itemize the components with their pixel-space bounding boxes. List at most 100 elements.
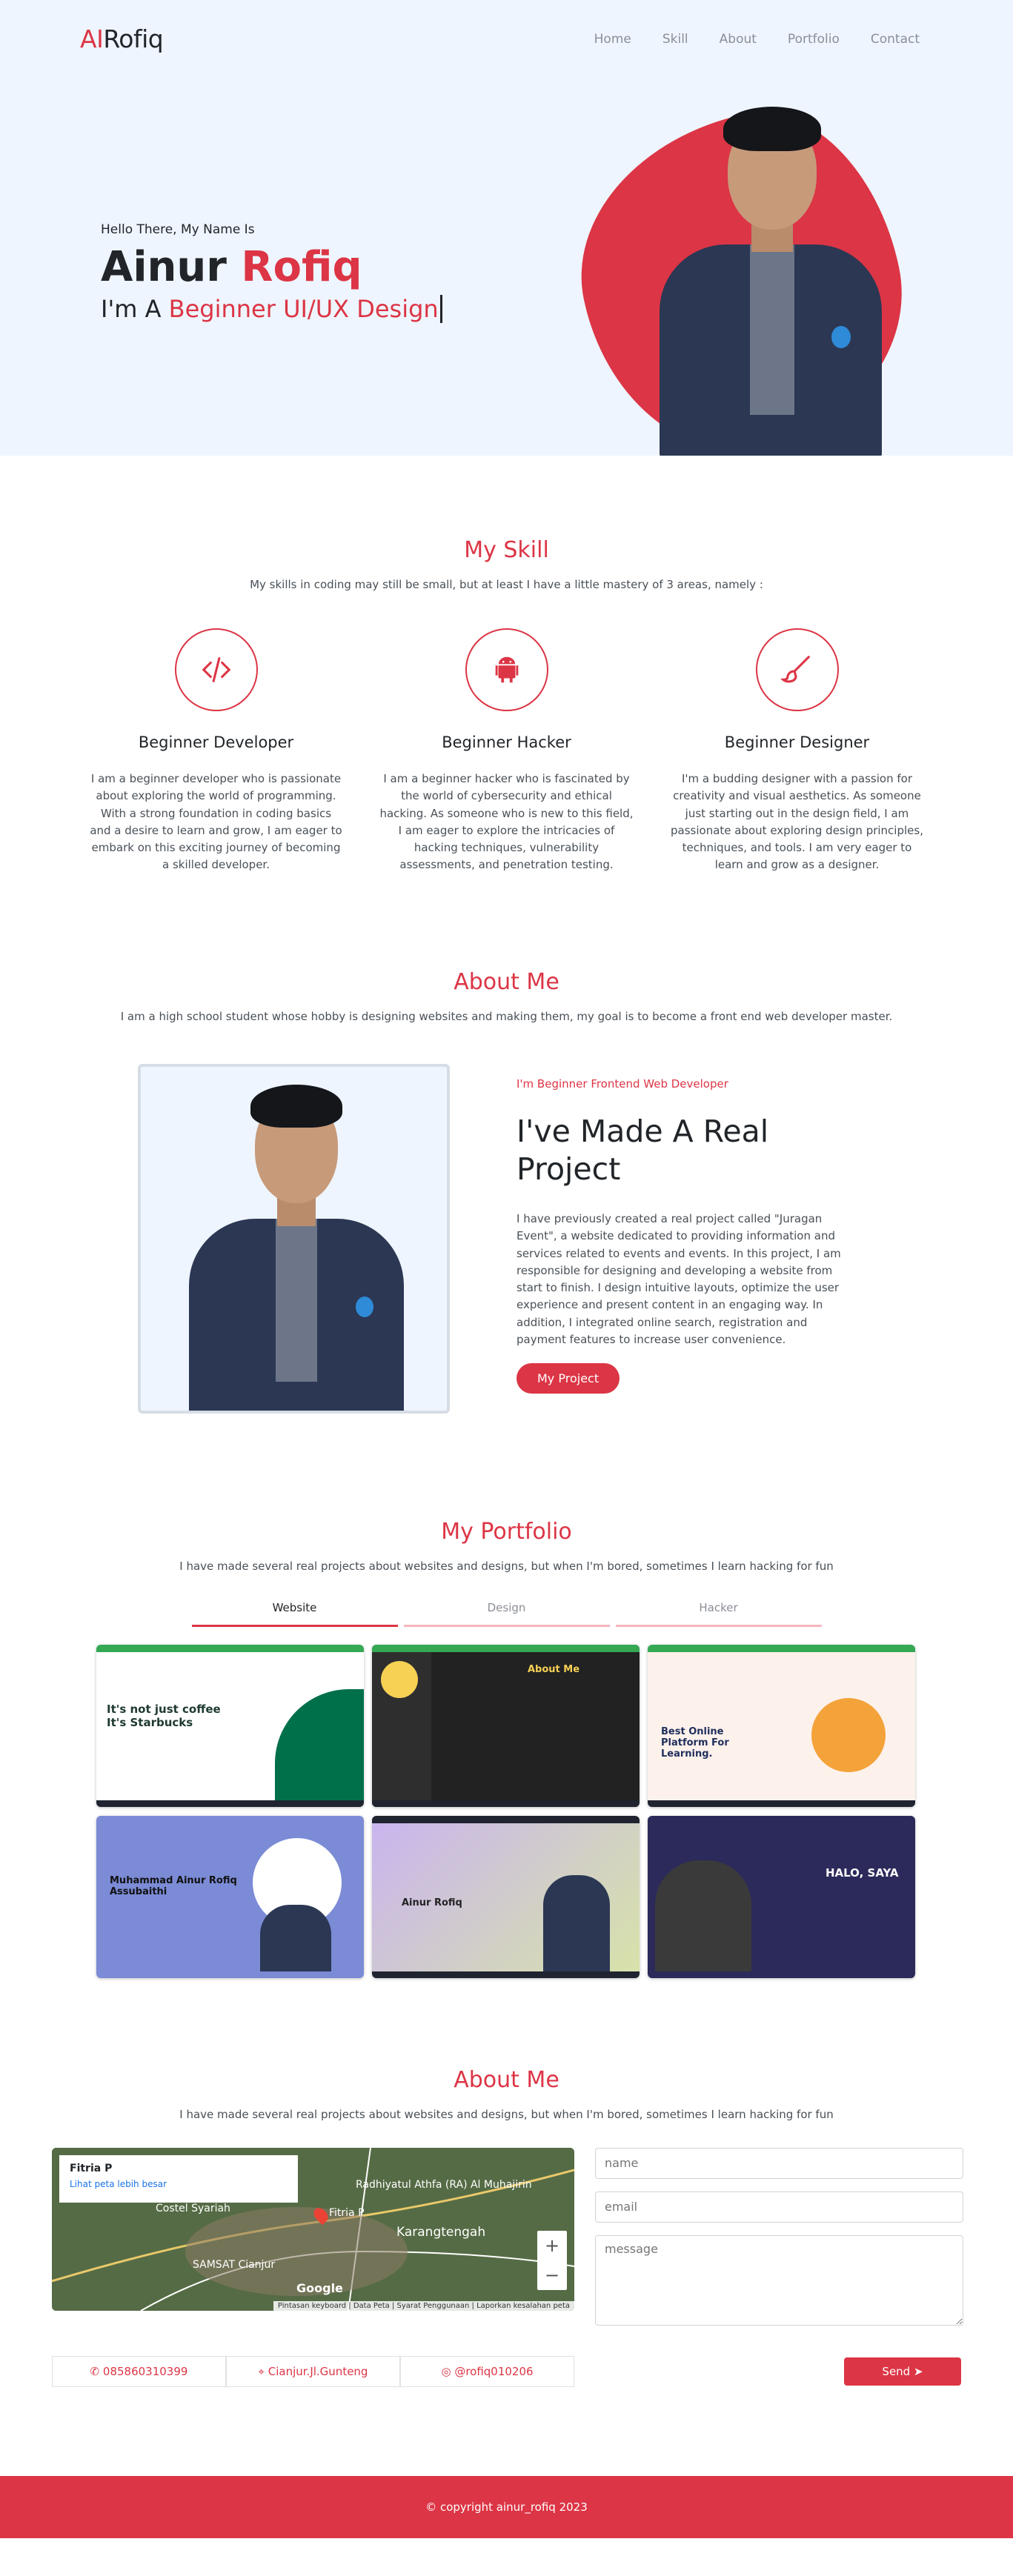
- tab-hacker[interactable]: Hacker: [615, 1601, 822, 1627]
- contact-section: About Me I have made several real projec…: [0, 1978, 1013, 2387]
- portfolio-card[interactable]: Muhammad Ainur Rofiq Assubaithi: [96, 1815, 364, 1978]
- skills-title: My Skill: [464, 537, 549, 563]
- skill-text: I am a beginner hacker who is fascinated…: [379, 772, 634, 872]
- portrait-shirt: [750, 244, 794, 415]
- about-photo: [138, 1063, 450, 1414]
- brand-accent: AI: [80, 24, 104, 53]
- name-input[interactable]: [595, 2147, 963, 2179]
- map-place-name: Fitria P: [70, 2162, 113, 2174]
- instagram-link[interactable]: ◎ @rofiq010206: [400, 2355, 574, 2387]
- nav-link-about[interactable]: About: [720, 32, 757, 47]
- my-project-button[interactable]: My Project: [517, 1363, 620, 1394]
- about-body: I have previously created a real project…: [517, 1212, 841, 1346]
- about-heading: I've Made A Real Project: [517, 1113, 769, 1187]
- hero-text: Hello There, My Name Is Ainur Rofiq I'm …: [101, 222, 442, 323]
- zoom-out-icon[interactable]: −: [545, 2265, 559, 2286]
- taskbar: [372, 1971, 640, 1978]
- contact-form: [595, 2147, 963, 2341]
- portfolio-card[interactable]: Ainur Rofiq: [372, 1815, 640, 1978]
- card-label: HALO, SAYA: [826, 1866, 899, 1880]
- code-icon: [174, 628, 258, 711]
- tab-website[interactable]: Website: [191, 1601, 398, 1627]
- card-figure: [260, 1904, 331, 1971]
- hero-role: I'm A Beginner UI/UX Design: [101, 294, 442, 323]
- map-footer[interactable]: Pintasan keyboard | Data Peta | Syarat P…: [273, 2300, 574, 2311]
- portfolio-card[interactable]: Best Online Platform For Learning.: [648, 1644, 915, 1807]
- phone-link[interactable]: ✆ 085860310399: [52, 2355, 226, 2387]
- portrait-badge: [831, 326, 851, 348]
- portfolio-title: My Portfolio: [441, 1518, 572, 1545]
- taskbar: [648, 1800, 915, 1807]
- skill-card-designer: Beginner Designer I'm a budding designer…: [670, 628, 924, 874]
- brand-rest: Rofiq: [103, 24, 164, 53]
- nav-link-contact[interactable]: Contact: [871, 32, 920, 47]
- contact-row: Fitria P Lihat peta lebih besar Radhiyat…: [0, 2147, 1013, 2341]
- map-label: Radhiyatul Athfa (RA) Al Muhajirin: [356, 2178, 532, 2191]
- phone-text: 085860310399: [102, 2364, 188, 2378]
- map-info-card: Fitria P Lihat peta lebih besar: [59, 2154, 298, 2203]
- portfolio-card[interactable]: It's not just coffee It's Starbucks: [96, 1644, 364, 1807]
- send-label: Send: [882, 2364, 911, 2378]
- hero-role-typed: Beginner UI/UX Design: [168, 294, 442, 323]
- card-figure: [655, 1860, 751, 1971]
- hero-name: Ainur Rofiq: [101, 244, 442, 290]
- brush-icon: [755, 628, 839, 711]
- portrait-shirt: [276, 1218, 317, 1382]
- about-row: I'm Beginner Frontend Web Developer I've…: [0, 1063, 1013, 1414]
- brand-logo[interactable]: AIRofiq: [80, 24, 164, 53]
- message-textarea[interactable]: [595, 2234, 963, 2326]
- zoom-in-icon[interactable]: +: [545, 2235, 559, 2256]
- embedded-map[interactable]: Fitria P Lihat peta lebih besar Radhiyat…: [52, 2147, 574, 2311]
- map-zoom-control[interactable]: + −: [537, 2230, 567, 2290]
- email-input[interactable]: [595, 2191, 963, 2223]
- skill-card-hacker: Beginner Hacker I am a beginner hacker w…: [379, 628, 634, 874]
- portfolio-grid: It's not just coffee It's Starbucks Abou…: [0, 1644, 1013, 1978]
- hero-role-prefix: I'm A: [101, 294, 162, 323]
- about-portrait: [170, 1082, 422, 1411]
- card-label: About Me: [528, 1663, 580, 1675]
- skill-card-developer: Beginner Developer I am a beginner devel…: [89, 628, 343, 874]
- card-label: Muhammad Ainur Rofiq Assubaithi: [110, 1874, 237, 1897]
- location-pin-icon: ⌖: [258, 2364, 265, 2378]
- contact-info-row: ✆ 085860310399 ⌖ Cianjur.Jl.Gunteng ◎ @r…: [52, 2355, 574, 2387]
- browser-bar: [372, 1815, 640, 1823]
- portfolio-card[interactable]: HALO, SAYA: [648, 1815, 915, 1978]
- portrait-hair: [723, 107, 821, 151]
- portrait-hair: [250, 1084, 342, 1128]
- portfolio-subtitle: I have made several real projects about …: [179, 1559, 834, 1573]
- nav-link-home[interactable]: Home: [594, 32, 631, 47]
- map-label: SAMSAT Cianjur: [193, 2258, 276, 2271]
- android-icon: [465, 628, 548, 711]
- about-text: I'm Beginner Frontend Web Developer I've…: [517, 1064, 850, 1414]
- contact-subtitle: I have made several real projects about …: [179, 2107, 834, 2121]
- send-button[interactable]: Send ➤: [844, 2357, 961, 2386]
- browser-bar: [372, 1644, 640, 1652]
- nav-link-skill[interactable]: Skill: [662, 32, 688, 47]
- map-larger-link[interactable]: Lihat peta lebih besar: [70, 2179, 288, 2189]
- skills-subtitle: My skills in coding may still be small, …: [250, 578, 763, 591]
- nav-links: Home Skill About Portfolio Contact: [594, 32, 920, 47]
- portfolio-card[interactable]: About Me: [372, 1644, 640, 1807]
- whatsapp-icon: ✆: [90, 2364, 100, 2378]
- location-link[interactable]: ⌖ Cianjur.Jl.Gunteng: [226, 2355, 400, 2387]
- skill-title: Beginner Developer: [138, 733, 294, 751]
- card-label: Ainur Rofiq: [402, 1897, 462, 1908]
- hero-portrait: [639, 104, 913, 456]
- card-decoration: [811, 1697, 886, 1772]
- taskbar: [96, 1800, 364, 1807]
- nav-link-portfolio[interactable]: Portfolio: [788, 32, 840, 47]
- paper-plane-icon: ➤: [913, 2364, 923, 2378]
- contact-bottom: ✆ 085860310399 ⌖ Cianjur.Jl.Gunteng ◎ @r…: [0, 2355, 1013, 2387]
- browser-bar: [96, 1644, 364, 1652]
- avatar: [381, 1660, 418, 1698]
- tab-design[interactable]: Design: [403, 1601, 610, 1627]
- card-figure: [543, 1874, 610, 1971]
- taskbar: [372, 1800, 640, 1807]
- skill-text: I am a beginner developer who is passion…: [90, 772, 342, 872]
- about-subtitle: I am a high school student whose hobby i…: [120, 1009, 893, 1023]
- map-label: Costel Syariah: [156, 2202, 230, 2214]
- hero-greeting: Hello There, My Name Is: [101, 222, 255, 237]
- contact-title: About Me: [454, 2066, 559, 2093]
- portfolio-tabs: Website Design Hacker: [0, 1601, 1013, 1627]
- map-label: Karangtengah: [396, 2224, 486, 2240]
